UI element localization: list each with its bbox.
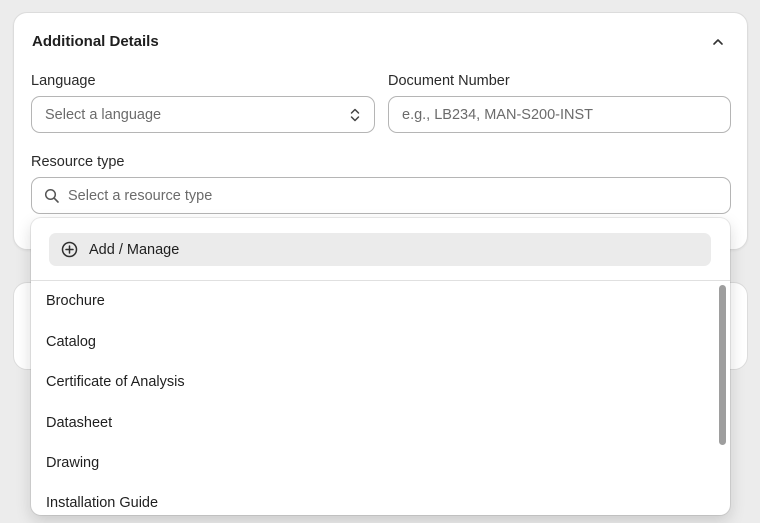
dropdown-divider <box>31 280 730 281</box>
option-certificate-of-analysis[interactable]: Certificate of Analysis <box>46 374 185 390</box>
plus-circle-icon <box>61 241 78 258</box>
collapse-button[interactable] <box>707 31 729 53</box>
document-number-input[interactable]: e.g., LB234, MAN-S200-INST <box>388 96 731 133</box>
option-catalog[interactable]: Catalog <box>46 334 96 350</box>
language-label: Language <box>31 73 96 89</box>
document-number-label: Document Number <box>388 73 510 89</box>
option-installation-guide[interactable]: Installation Guide <box>46 495 158 511</box>
resource-type-dropdown: Add / Manage Brochure Catalog Certificat… <box>31 218 730 515</box>
dropdown-scrollbar[interactable] <box>719 285 726 445</box>
chevron-up-icon <box>713 39 723 45</box>
language-select[interactable]: Select a language <box>31 96 375 133</box>
resource-type-search-input[interactable]: Select a resource type <box>31 177 731 214</box>
search-icon <box>44 188 59 203</box>
option-brochure[interactable]: Brochure <box>46 293 105 309</box>
option-drawing[interactable]: Drawing <box>46 455 99 471</box>
option-datasheet[interactable]: Datasheet <box>46 415 112 431</box>
add-manage-button[interactable]: Add / Manage <box>49 233 711 266</box>
resource-type-label: Resource type <box>31 154 125 170</box>
section-title: Additional Details <box>32 33 159 50</box>
document-number-placeholder: e.g., LB234, MAN-S200-INST <box>402 106 593 123</box>
language-placeholder: Select a language <box>45 106 162 123</box>
select-arrows-icon <box>350 108 360 122</box>
resource-type-placeholder: Select a resource type <box>68 187 213 204</box>
add-manage-label: Add / Manage <box>89 241 180 258</box>
